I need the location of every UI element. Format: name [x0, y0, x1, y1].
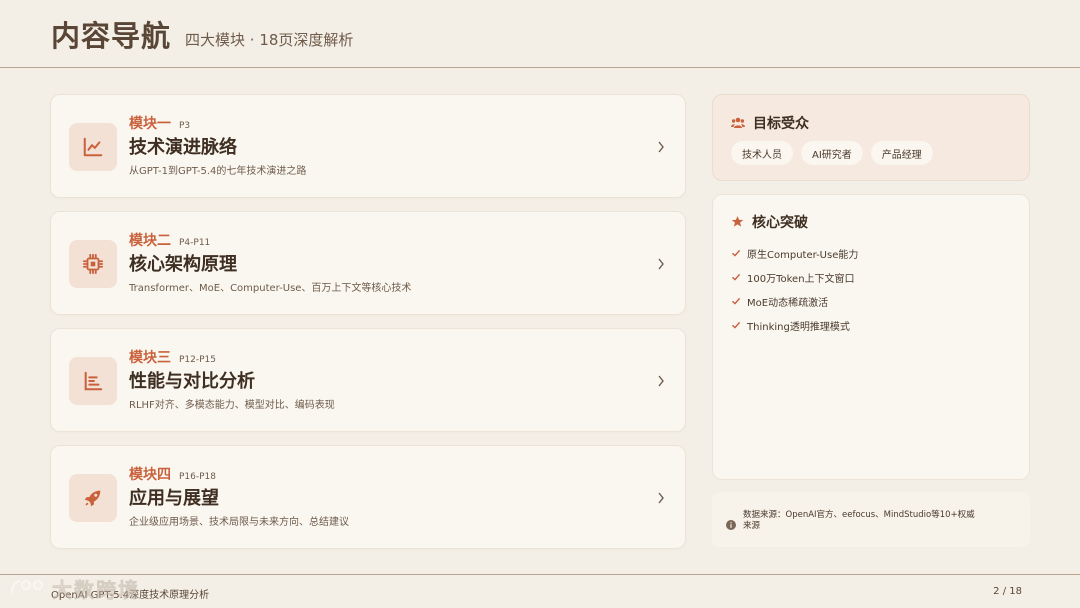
page-title: 内容导航: [51, 19, 172, 53]
core-item-text: MoE动态稀疏激活: [747, 297, 829, 309]
module-desc: Transformer、MoE、Computer-Use、百万上下文等核心技术: [129, 283, 412, 294]
source-text: 数据来源：OpenAI官方、eefocus、MindStudio等10+权威来源: [743, 510, 975, 531]
module-title: 性能与对比分析: [129, 371, 255, 392]
chevron-right-icon: [655, 371, 667, 391]
check-icon: [731, 272, 741, 282]
module-pages: P4-P11: [179, 238, 211, 248]
list-item: Thinking透明推理模式: [731, 313, 858, 337]
module-pages: P16-P18: [179, 472, 217, 482]
star-icon: [731, 213, 744, 232]
module-list: 模块一 P3 技术演进脉络 从GPT-1到GPT-5.4的七年技术演进之路 模块…: [50, 94, 686, 562]
module-desc: 企业级应用场景、技术局限与未来方向、总结建议: [129, 517, 349, 528]
module-card-2[interactable]: 模块二 P4-P11 核心架构原理 Transformer、MoE、Comput…: [50, 211, 686, 315]
module-card-1[interactable]: 模块一 P3 技术演进脉络 从GPT-1到GPT-5.4的七年技术演进之路: [50, 94, 686, 198]
watermark-logo-icon: [8, 575, 48, 603]
audience-tag: 产品经理: [870, 141, 933, 165]
core-item-text: 100万Token上下文窗口: [747, 273, 855, 285]
line-chart-icon: [69, 123, 117, 171]
check-icon: [731, 320, 741, 330]
core-list: 原生Computer-Use能力 100万Token上下文窗口 MoE动态稀疏激…: [731, 241, 858, 337]
module-label: 模块一: [129, 116, 171, 132]
module-title: 应用与展望: [129, 488, 219, 509]
list-item: MoE动态稀疏激活: [731, 289, 858, 313]
core-title: 核心突破: [752, 215, 808, 231]
module-label: 模块四: [129, 467, 171, 483]
slide: 内容导航 四大模块 · 18页深度解析 模块一 P3 技术演进脉络 从GPT-1…: [0, 0, 1080, 608]
bar-chart-icon: [69, 357, 117, 405]
chevron-right-icon: [655, 488, 667, 508]
chevron-right-icon: [655, 254, 667, 274]
module-title: 核心架构原理: [129, 254, 237, 275]
rocket-icon: [69, 474, 117, 522]
list-item: 100万Token上下文窗口: [731, 265, 858, 289]
core-item-text: 原生Computer-Use能力: [747, 249, 859, 261]
module-pages: P12-P15: [179, 355, 217, 365]
footer: OpenAI GPT-5.4深度技术原理分析 2 / 18: [0, 574, 1080, 608]
audience-tag: 技术人员: [731, 141, 793, 165]
core-item-text: Thinking透明推理模式: [747, 321, 850, 333]
module-card-4[interactable]: 模块四 P16-P18 应用与展望 企业级应用场景、技术局限与未来方向、总结建议: [50, 445, 686, 549]
chip-icon: [69, 240, 117, 288]
module-desc: 从GPT-1到GPT-5.4的七年技术演进之路: [129, 166, 307, 177]
module-label: 模块二: [129, 233, 171, 249]
audience-title: 目标受众: [753, 116, 809, 132]
module-desc: RLHF对齐、多模态能力、模型对比、编码表现: [129, 400, 335, 411]
module-pages: P3: [179, 121, 191, 131]
header: 内容导航 四大模块 · 18页深度解析: [0, 0, 1080, 68]
page-subtitle: 四大模块 · 18页深度解析: [185, 31, 354, 49]
core-panel: 核心突破 原生Computer-Use能力 100万Token上下文窗口 MoE…: [712, 194, 1030, 480]
check-icon: [731, 296, 741, 306]
list-item: 原生Computer-Use能力: [731, 241, 858, 265]
source-note: 数据来源：OpenAI官方、eefocus、MindStudio等10+权威来源: [712, 492, 1030, 547]
check-icon: [731, 248, 741, 258]
audience-tags: 技术人员 AI研究者 产品经理: [731, 141, 941, 165]
users-icon: [731, 114, 745, 133]
info-icon: [726, 515, 736, 530]
module-label: 模块三: [129, 350, 171, 366]
page-number: 2 / 18: [993, 586, 1022, 597]
watermark: 大数跨境: [8, 574, 140, 603]
module-title: 技术演进脉络: [129, 137, 237, 158]
module-card-3[interactable]: 模块三 P12-P15 性能与对比分析 RLHF对齐、多模态能力、模型对比、编码…: [50, 328, 686, 432]
audience-tag: AI研究者: [801, 141, 863, 165]
watermark-text: 大数跨境: [52, 578, 140, 603]
audience-panel: 目标受众 技术人员 AI研究者 产品经理: [712, 94, 1030, 181]
chevron-right-icon: [655, 137, 667, 157]
